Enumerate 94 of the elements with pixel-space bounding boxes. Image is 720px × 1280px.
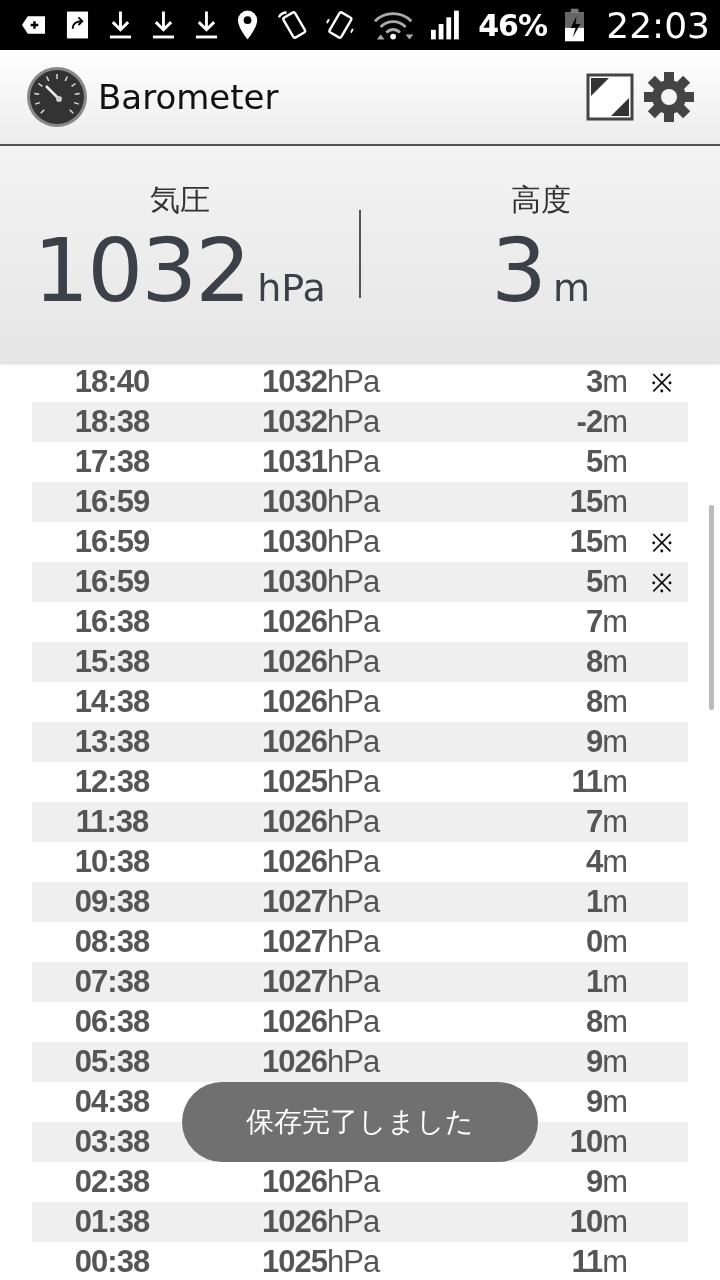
time-cell-text: 09:38 [73,884,151,920]
altitude-cell-text: 8m [584,684,627,720]
pressure-cell-text: 1026hPa [262,1204,381,1240]
altitude-cell-text: 1m [584,884,627,920]
status-time: 22:03 [606,4,710,46]
time-cell-text: 16:59 [73,484,151,520]
altitude-cell-text: 7m [584,804,627,840]
download-icon [150,9,176,41]
aspect-toggle-icon[interactable] [586,73,634,121]
altitude-cell-text: 11m [570,764,627,800]
app-title: Barometer [98,77,280,117]
pressure-cell-text: 1027hPa [262,924,381,960]
altitude-cell-text: -2m [575,404,627,440]
time-cell-text: 16:38 [73,604,151,640]
altitude-cell-text: 15m [568,484,627,520]
time-cell-text: 13:38 [73,724,151,760]
altitude-cell-text: 8m [584,644,627,680]
wifi-icon [373,9,414,41]
download-icon [193,9,219,41]
time-cell-text: 04:38 [73,1084,151,1120]
note-mark: ※ [651,527,673,560]
altitude-label: 高度 [510,181,571,219]
pressure-cell-text: 1027hPa [262,884,381,920]
time-cell-text: 16:59 [73,564,151,600]
time-cell-text: 11:38 [74,804,150,840]
settings-icon[interactable] [644,72,694,122]
time-cell-text: 05:38 [73,1044,151,1080]
notification-icon [22,14,47,36]
pressure-cell-text: 1032hPa [262,404,381,440]
toast-message: 保存完了しました [182,1082,538,1162]
pressure-value: 1032 [33,227,250,315]
time-cell-text: 17:38 [73,444,151,480]
time-cell-text: 14:38 [73,684,151,720]
pressure-cell-text: 1026hPa [262,644,381,680]
altitude-cell-text: 4m [584,844,627,880]
pressure-cell-text: 1026hPa [262,1044,381,1080]
pressure-cell-text: 1026hPa [262,724,381,760]
time-cell-text: 18:40 [73,364,151,400]
altitude-cell-text: 3m [584,364,627,400]
pressure-cell-text: 1025hPa [262,1244,381,1280]
pressure-cell-text: 1026hPa [262,684,381,720]
location-icon [236,9,258,41]
time-cell-text: 15:38 [73,644,151,680]
altitude-cell-text: 5m [584,564,627,600]
pressure-cell-text: 1026hPa [262,1004,381,1040]
time-cell-text: 02:38 [73,1164,151,1200]
pressure-unit: hPa [257,266,326,310]
altitude-unit: m [553,266,590,310]
time-cell-text: 08:38 [73,924,151,960]
note-mark: ※ [651,367,673,400]
time-cell-text: 16:59 [73,524,151,560]
pressure-cell-text: 1030hPa [262,524,381,560]
altitude-cell-text: 0m [584,924,627,960]
altitude-cell-text: 15m [568,524,627,560]
screen-share-icon [64,9,90,41]
time-cell-text: 12:38 [73,764,151,800]
time-cell-text: 07:38 [73,964,151,1000]
altitude-cell-text: 11m [570,1244,627,1280]
altitude-cell-text: 9m [584,724,627,760]
time-cell-text: 10:38 [73,844,151,880]
time-cell-text: 03:38 [73,1124,151,1160]
altitude-cell-text: 9m [584,1164,627,1200]
battery-charging-icon [565,8,585,42]
pressure-cell-text: 1025hPa [262,764,381,800]
altitude-value: 3 [491,227,545,315]
pressure-label: 気圧 [149,181,210,219]
pressure-cell-text: 1026hPa [262,1164,381,1200]
vibrate-icon [326,9,356,41]
pressure-cell-text: 1026hPa [262,804,381,840]
altitude-cell-text: 1m [584,964,627,1000]
pressure-cell-text: 1027hPa [262,964,381,1000]
pressure-cell-text: 1032hPa [262,364,381,400]
pressure-cell-text: 1026hPa [262,604,381,640]
gauge-icon [26,66,88,128]
battery-percent: 46% [478,7,548,43]
download-icon [107,9,133,41]
pressure-cell-text: 1026hPa [262,844,381,880]
altitude-cell-text: 8m [584,1004,627,1040]
note-mark: ※ [651,567,673,600]
altitude-cell-text: 9m [584,1044,627,1080]
altitude-cell-text: 9m [584,1084,627,1120]
pressure-cell-text: 1030hPa [262,564,381,600]
altitude-cell-text: 5m [584,444,627,480]
signal-icon [431,10,461,40]
time-cell-text: 00:38 [73,1244,151,1280]
time-cell-text: 01:38 [73,1204,151,1240]
altitude-cell-text: 10m [568,1204,627,1240]
time-cell-text: 06:38 [73,1004,151,1040]
altitude-cell-text: 10m [568,1124,627,1160]
pressure-cell-text: 1031hPa [262,444,381,480]
pressure-cell-text: 1030hPa [262,484,381,520]
time-cell-text: 18:38 [73,404,151,440]
nfc-phone-icon [275,9,309,41]
altitude-cell-text: 7m [584,604,627,640]
